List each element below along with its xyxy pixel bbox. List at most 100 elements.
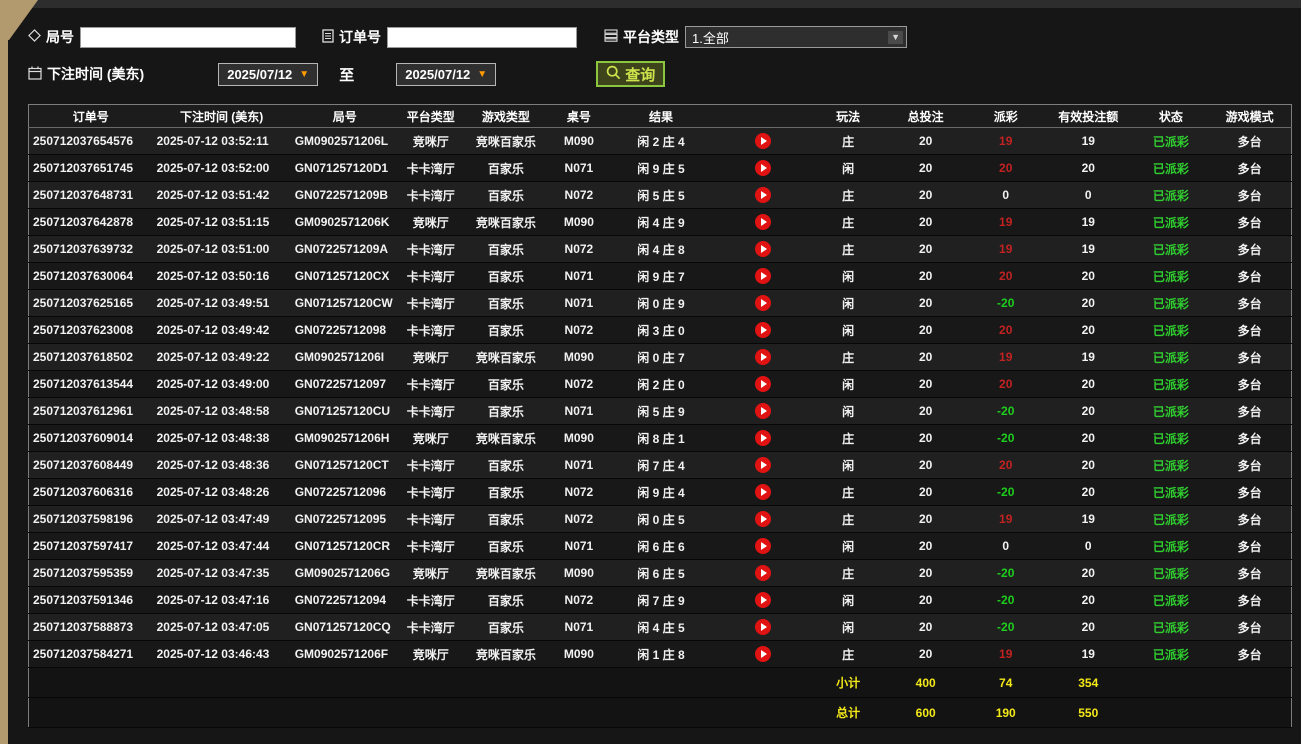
time-cell: 2025-07-12 03:47:49 xyxy=(152,505,291,533)
bet-type-cell: 庄 xyxy=(813,424,884,452)
total-bet-cell: 20 xyxy=(883,424,969,452)
round-cell: GN071257120CU xyxy=(290,397,399,425)
valid-bet-cell: 0 xyxy=(1043,181,1134,209)
valid-bet-cell: 20 xyxy=(1043,478,1134,506)
total-payout: 190 xyxy=(968,697,1044,728)
main-content: 局号 订单号 平台类型 1.全部 ▼ 下注时间 (美东) 2025/07/12 … xyxy=(28,26,1292,728)
total-total-bet: 600 xyxy=(883,697,969,728)
result-cell: 闲 9 庄 7 xyxy=(608,262,713,290)
status-cell: 已派彩 xyxy=(1133,640,1209,668)
status-cell: 已派彩 xyxy=(1133,451,1209,479)
mode-cell: 多台 xyxy=(1208,613,1292,641)
platform-cell: 卡卡湾厅 xyxy=(398,478,463,506)
mode-cell: 多台 xyxy=(1208,208,1292,236)
order-cell: 250712037630064 xyxy=(28,262,153,290)
bet-time-label: 下注时间 (美东) xyxy=(28,64,144,84)
play-icon[interactable] xyxy=(755,646,772,662)
total-bet-cell: 20 xyxy=(883,262,969,290)
payout-cell: -20 xyxy=(968,424,1044,452)
game-type-cell: 百家乐 xyxy=(462,262,549,290)
table-no-cell: N072 xyxy=(548,586,609,614)
replay-cell xyxy=(713,154,814,182)
column-header: 游戏类型 xyxy=(462,104,549,128)
bet-type-cell: 庄 xyxy=(813,478,884,506)
table-row: 250712037588873 2025-07-12 03:47:05 GN0712… xyxy=(28,613,1292,641)
bet-type-cell: 庄 xyxy=(813,208,884,236)
game-type-cell: 百家乐 xyxy=(462,451,549,479)
result-cell: 闲 6 庄 5 xyxy=(608,559,713,587)
result-cell: 闲 5 庄 9 xyxy=(608,397,713,425)
play-icon[interactable] xyxy=(755,511,772,527)
order-label-text: 订单号 xyxy=(339,29,381,45)
platform-cell: 卡卡湾厅 xyxy=(398,154,463,182)
mode-cell: 多台 xyxy=(1208,559,1292,587)
play-icon[interactable] xyxy=(755,268,772,284)
result-cell: 闲 9 庄 5 xyxy=(608,154,713,182)
game-type-cell: 百家乐 xyxy=(462,181,549,209)
play-icon[interactable] xyxy=(755,241,772,257)
play-icon[interactable] xyxy=(755,457,772,473)
valid-bet-cell: 20 xyxy=(1043,154,1134,182)
table-row: 250712037648731 2025-07-12 03:51:42 GN0722… xyxy=(28,181,1292,209)
order-cell: 250712037608449 xyxy=(28,451,153,479)
table-row: 250712037630064 2025-07-12 03:50:16 GN0712… xyxy=(28,262,1292,290)
play-icon[interactable] xyxy=(755,187,772,203)
play-icon[interactable] xyxy=(755,322,772,338)
table-row: 250712037609014 2025-07-12 03:48:38 GM0902… xyxy=(28,424,1292,452)
platform-cell: 卡卡湾厅 xyxy=(398,397,463,425)
play-icon[interactable] xyxy=(755,592,772,608)
column-header: 有效投注额 xyxy=(1043,104,1134,128)
bet-type-cell: 庄 xyxy=(813,505,884,533)
table-no-cell: N072 xyxy=(548,316,609,344)
replay-cell xyxy=(713,208,814,236)
valid-bet-cell: 20 xyxy=(1043,289,1134,317)
play-icon[interactable] xyxy=(755,430,772,446)
status-cell: 已派彩 xyxy=(1133,397,1209,425)
result-cell: 闲 4 庄 9 xyxy=(608,208,713,236)
round-cell: GN0722571209B xyxy=(290,181,399,209)
play-icon[interactable] xyxy=(755,538,772,554)
mode-cell: 多台 xyxy=(1208,154,1292,182)
play-icon[interactable] xyxy=(755,349,772,365)
play-icon[interactable] xyxy=(755,214,772,230)
game-type-cell: 竞咪百家乐 xyxy=(462,559,549,587)
table-row: 250712037642878 2025-07-12 03:51:15 GM0902… xyxy=(28,208,1292,236)
result-cell: 闲 0 庄 7 xyxy=(608,343,713,371)
round-label: 局号 xyxy=(28,27,74,47)
order-input[interactable] xyxy=(387,26,577,48)
payout-cell: 0 xyxy=(968,532,1044,560)
round-input[interactable] xyxy=(80,26,296,48)
total-label: 总计 xyxy=(813,697,884,728)
play-icon[interactable] xyxy=(755,376,772,392)
payout-cell: -20 xyxy=(968,478,1044,506)
play-icon[interactable] xyxy=(755,484,772,500)
date-to-picker[interactable]: 2025/07/12 ▼ xyxy=(396,62,497,86)
date-from-picker[interactable]: 2025/07/12 ▼ xyxy=(218,62,319,86)
status-cell: 已派彩 xyxy=(1133,235,1209,263)
mode-cell: 多台 xyxy=(1208,343,1292,371)
play-icon[interactable] xyxy=(755,133,772,149)
order-cell: 250712037591346 xyxy=(28,586,153,614)
time-cell: 2025-07-12 03:47:05 xyxy=(152,613,291,641)
status-cell: 已派彩 xyxy=(1133,559,1209,587)
bet-time-label-text: 下注时间 (美东) xyxy=(47,66,145,82)
search-icon xyxy=(606,65,621,84)
time-cell: 2025-07-12 03:47:44 xyxy=(152,532,291,560)
play-icon[interactable] xyxy=(755,619,772,635)
replay-cell xyxy=(713,451,814,479)
mode-cell: 多台 xyxy=(1208,505,1292,533)
play-icon[interactable] xyxy=(755,295,772,311)
play-icon[interactable] xyxy=(755,160,772,176)
query-button[interactable]: 查询 xyxy=(596,61,666,87)
table-no-cell: N072 xyxy=(548,505,609,533)
subtotal-label: 小计 xyxy=(813,667,884,698)
play-icon[interactable] xyxy=(755,403,772,419)
subtotal-payout: 74 xyxy=(968,667,1044,698)
order-cell: 250712037651745 xyxy=(28,154,153,182)
bet-table-body: 250712037654576 2025-07-12 03:52:11 GM0902… xyxy=(28,127,1292,668)
play-icon[interactable] xyxy=(755,565,772,581)
platform-select[interactable]: 1.全部 ▼ xyxy=(685,26,907,48)
result-cell: 闲 4 庄 5 xyxy=(608,613,713,641)
payout-cell: 19 xyxy=(968,208,1044,236)
subtotal-spacer-right xyxy=(1133,667,1292,698)
